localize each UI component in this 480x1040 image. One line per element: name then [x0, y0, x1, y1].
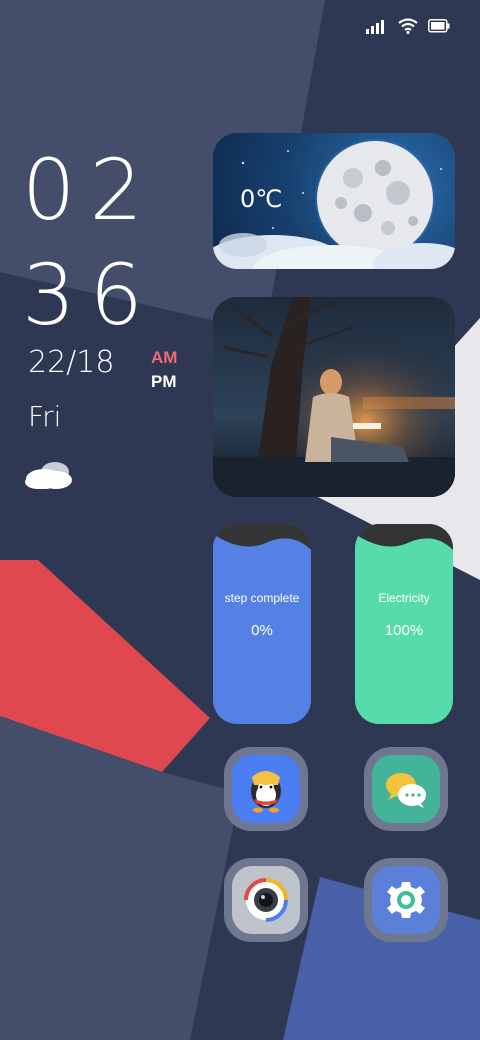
status-bar: [366, 18, 450, 34]
signal-icon: [366, 18, 388, 34]
photo-image: [213, 297, 455, 497]
step-label: step complete: [224, 591, 300, 605]
clock-date: 22/18: [28, 345, 115, 380]
settings-icon: [372, 866, 440, 934]
wifi-icon: [398, 18, 418, 34]
photo-widget[interactable]: [213, 297, 455, 497]
moon-icon: [315, 139, 435, 259]
electricity-value: 100%: [384, 622, 424, 639]
battery-icon: [428, 19, 450, 33]
app-camera[interactable]: [224, 858, 308, 942]
clock-day: Fri: [28, 400, 62, 433]
pm-label: PM: [151, 372, 177, 391]
qq-icon: [232, 755, 300, 823]
electricity-card[interactable]: Electricity 100%: [355, 524, 453, 724]
clock-hour: 02: [22, 141, 157, 239]
app-qq[interactable]: [224, 747, 308, 831]
clock-widget[interactable]: 02 36: [22, 138, 157, 348]
clock-minute: 36: [22, 246, 157, 344]
cloud-icon: [22, 458, 76, 497]
weather-widget[interactable]: 0℃: [213, 133, 455, 269]
step-value: 0%: [251, 622, 273, 639]
app-settings[interactable]: [364, 858, 448, 942]
temperature: 0℃: [240, 185, 283, 213]
electricity-label: Electricity: [378, 591, 430, 605]
step-card[interactable]: step complete 0%: [213, 524, 311, 724]
am-label: AM: [151, 348, 178, 367]
wave-decoration: [355, 524, 453, 550]
wechat-icon: [372, 755, 440, 823]
camera-icon: [232, 866, 300, 934]
am-pm-indicator: AM PM: [151, 346, 177, 394]
app-wechat[interactable]: [364, 747, 448, 831]
wave-decoration: [213, 524, 311, 550]
